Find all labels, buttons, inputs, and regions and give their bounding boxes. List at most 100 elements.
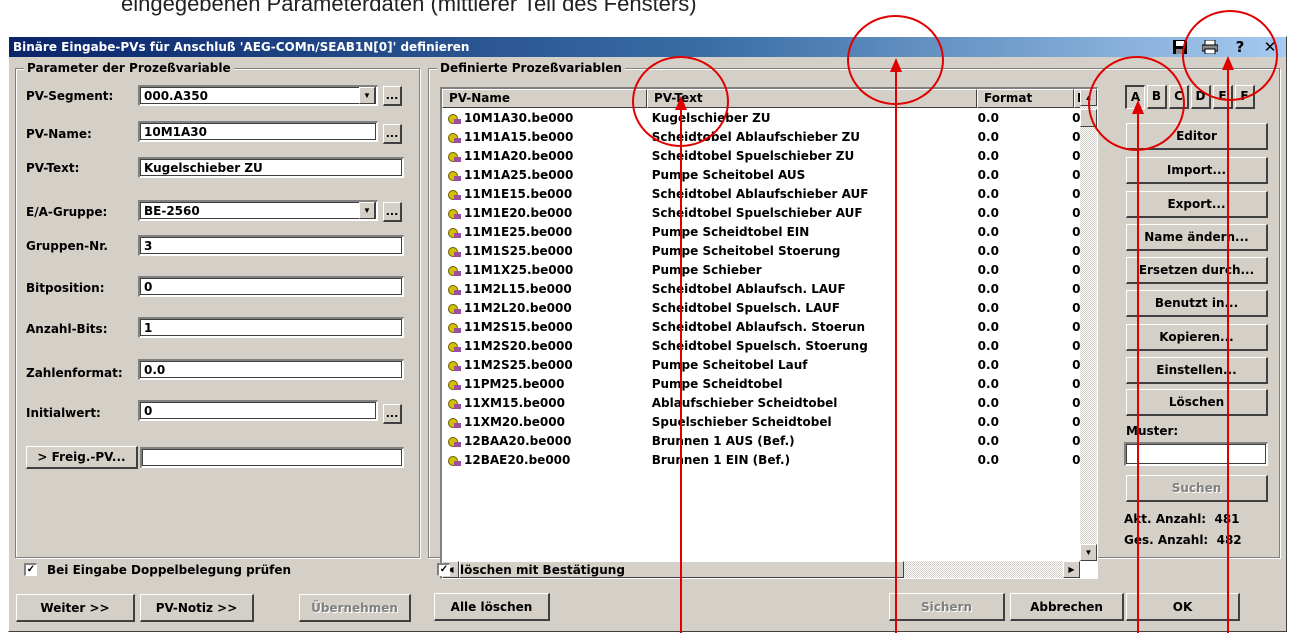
pv-name-browse-button[interactable]: ...: [383, 124, 402, 144]
table-row[interactable]: 11M1E15.be000 Scheidtobel Ablaufschieber …: [442, 185, 1082, 204]
pv-name-cell: 11M1E20.be000: [442, 204, 646, 223]
column-format[interactable]: Format: [977, 89, 1074, 108]
table-row[interactable]: 11M1E25.be000 Pumpe Scheidtobel EIN 0.0 0: [442, 223, 1082, 242]
pv-name-cell: 12BAE20.be000: [442, 451, 646, 470]
pv-text-cell: Scheidtobel Spuelsch. Stoerung: [651, 339, 868, 353]
initialwert-browse-button[interactable]: ...: [383, 404, 402, 424]
gruppen-nr-label: Gruppen-Nr.: [26, 239, 108, 253]
table-row[interactable]: 12BAE20.be000 Brunnen 1 EIN (Bef.) 0.0 0: [442, 451, 1082, 470]
pv-node-icon: [446, 435, 462, 449]
akt-anzahl-text: Akt. Anzahl: 481: [1124, 512, 1240, 526]
pv-text-cell: Pumpe Scheitobel Lauf: [651, 358, 808, 372]
pv-text-cell: Brunnen 1 AUS (Bef.): [651, 434, 795, 448]
loeschen-bestaetigung-checkbox[interactable]: ✓: [437, 563, 450, 576]
weiter-button[interactable]: Weiter >>: [16, 594, 135, 622]
letter-tab-f[interactable]: F: [1235, 85, 1255, 109]
pv-notiz-button[interactable]: PV-Notiz >>: [140, 594, 254, 622]
uebernehmen-button[interactable]: Übernehmen: [299, 594, 411, 622]
pv-segment-browse-button[interactable]: ...: [383, 86, 402, 106]
table-row[interactable]: 11M1S25.be000 Pumpe Scheitobel Stoerung 0.…: [442, 242, 1082, 261]
format-cell: 0.0: [977, 225, 999, 239]
table-row[interactable]: 11PM25.be000 Pumpe Scheidtobel 0.0 0: [442, 375, 1082, 394]
pv-name-value: 11M1A15.be000: [464, 130, 574, 144]
help-icon[interactable]: ?: [1230, 38, 1250, 56]
initialwert-field[interactable]: 0: [138, 400, 378, 421]
letter-tab-d[interactable]: D: [1191, 85, 1211, 109]
format-cell: 0.0: [977, 130, 999, 144]
freig-pv-button[interactable]: > Freig.-PV...: [26, 446, 138, 469]
pv-name-value: 11M2S25.be000: [464, 358, 573, 372]
benutzt-in-button[interactable]: Benutzt in...: [1126, 290, 1268, 317]
table-row[interactable]: 11XM15.be000 Ablaufschieber Scheidtobel 0.…: [442, 394, 1082, 413]
import-button[interactable]: Import...: [1126, 157, 1268, 184]
table-row[interactable]: 11M2S15.be000 Scheidtobel Ablaufsch. Stoe…: [442, 318, 1082, 337]
freig-pv-field[interactable]: [140, 447, 404, 468]
pv-name-value: 10M1A30.be000: [464, 111, 574, 125]
pv-segment-combo[interactable]: 000.A350: [138, 85, 378, 106]
pv-node-icon: [446, 188, 462, 202]
scroll-down-button[interactable]: ▼: [1080, 544, 1097, 561]
letter-tab-a[interactable]: A: [1125, 85, 1145, 109]
table-row[interactable]: 12BAA20.be000 Brunnen 1 AUS (Bef.) 0.0 0: [442, 432, 1082, 451]
pv-name-value: 11M2L15.be000: [464, 282, 572, 296]
export-button[interactable]: Export...: [1126, 191, 1268, 218]
ea-gruppe-label: E/A-Gruppe:: [26, 205, 108, 219]
pv-listview[interactable]: PV-Name PV-Text Format I 10M1A30.be000 Ku…: [440, 87, 1098, 579]
column-pv-name[interactable]: PV-Name: [442, 89, 647, 108]
alle-loeschen-button[interactable]: Alle löschen: [434, 593, 550, 621]
dialog-window: Binäre Eingabe-PVs für Anschluß 'AEG-COM…: [8, 36, 1287, 632]
pv-text-cell: Scheidtobel Ablaufsch. LAUF: [651, 282, 846, 296]
loeschen-button[interactable]: Löschen: [1126, 389, 1268, 416]
bitposition-field[interactable]: 0: [138, 276, 404, 297]
table-row[interactable]: 11M2S25.be000 Pumpe Scheitobel Lauf 0.0 0: [442, 356, 1082, 375]
table-row[interactable]: 11M1E20.be000 Scheidtobel Spuelschieber A…: [442, 204, 1082, 223]
table-row[interactable]: 11M1A15.be000 Scheidtobel Ablaufschieber …: [442, 128, 1082, 147]
pv-segment-dropdown-button[interactable]: ▼: [359, 87, 375, 104]
column-pv-text[interactable]: PV-Text: [647, 89, 977, 108]
close-icon[interactable]: ✕: [1260, 38, 1280, 56]
table-row[interactable]: 11M1A25.be000 Pumpe Scheitobel AUS 0.0 0: [442, 166, 1082, 185]
anzahl-bits-field[interactable]: 1: [138, 317, 404, 338]
pv-name-cell: 11M1A20.be000: [442, 147, 646, 166]
pv-name-cell: 11M2L20.be000: [442, 299, 646, 318]
editor-button[interactable]: Editor: [1126, 123, 1268, 150]
table-row[interactable]: 11XM20.be000 Spuelschieber Scheidtobel 0.0…: [442, 413, 1082, 432]
pv-name-field[interactable]: 10M1A30: [138, 121, 378, 142]
abbrechen-button[interactable]: Abbrechen: [1010, 593, 1124, 621]
muster-field[interactable]: [1124, 442, 1268, 466]
pv-text-field[interactable]: Kugelschieber ZU: [138, 157, 404, 178]
table-row[interactable]: 11M2S20.be000 Scheidtobel Spuelsch. Stoer…: [442, 337, 1082, 356]
letter-tab-e[interactable]: E: [1213, 85, 1233, 109]
letter-tab-c[interactable]: C: [1169, 85, 1189, 109]
einstellen-button[interactable]: Einstellen...: [1126, 357, 1268, 384]
suchen-button[interactable]: Suchen: [1126, 475, 1268, 502]
table-row[interactable]: 11M1A20.be000 Scheidtobel Spuelschieber Z…: [442, 147, 1082, 166]
doppelbelegung-checkbox[interactable]: ✓: [24, 563, 37, 576]
ea-gruppe-dropdown-button[interactable]: ▼: [359, 202, 375, 219]
kopieren-button[interactable]: Kopieren...: [1126, 324, 1268, 351]
table-row[interactable]: 10M1A30.be000 Kugelschieber ZU 0.0 0: [442, 109, 1082, 128]
table-row[interactable]: 11M2L15.be000 Scheidtobel Ablaufsch. LAUF…: [442, 280, 1082, 299]
scroll-up-button[interactable]: ▲: [1080, 89, 1097, 106]
save-icon[interactable]: [1170, 38, 1190, 56]
pv-node-icon: [446, 340, 462, 354]
pv-text-cell: Pumpe Scheitobel AUS: [651, 168, 806, 182]
pv-name-cell: 11XM15.be000: [442, 394, 646, 413]
pv-node-icon: [446, 454, 462, 468]
ea-gruppe-combo[interactable]: BE-2560: [138, 200, 378, 221]
print-icon[interactable]: [1200, 38, 1220, 56]
letter-tab-b[interactable]: B: [1147, 85, 1167, 109]
table-row[interactable]: 11M1X25.be000 Pumpe Schieber 0.0 0: [442, 261, 1082, 280]
ea-gruppe-browse-button[interactable]: ...: [383, 202, 402, 222]
vertical-scrollbar[interactable]: ▲ ▼: [1080, 89, 1097, 561]
ok-button[interactable]: OK: [1126, 593, 1240, 621]
zahlenformat-field[interactable]: 0.0: [138, 359, 404, 380]
ersetzen-button[interactable]: Ersetzen durch...: [1126, 257, 1268, 284]
gruppen-nr-field[interactable]: 3: [138, 235, 404, 256]
format-cell: 0.0: [977, 415, 999, 429]
vertical-scroll-thumb[interactable]: [1080, 109, 1097, 127]
name-aendern-button[interactable]: Name ändern...: [1126, 224, 1268, 251]
table-row[interactable]: 11M2L20.be000 Scheidtobel Spuelsch. LAUF 0…: [442, 299, 1082, 318]
scroll-right-button[interactable]: ▶: [1063, 561, 1080, 578]
sichern-button[interactable]: Sichern: [889, 593, 1005, 621]
